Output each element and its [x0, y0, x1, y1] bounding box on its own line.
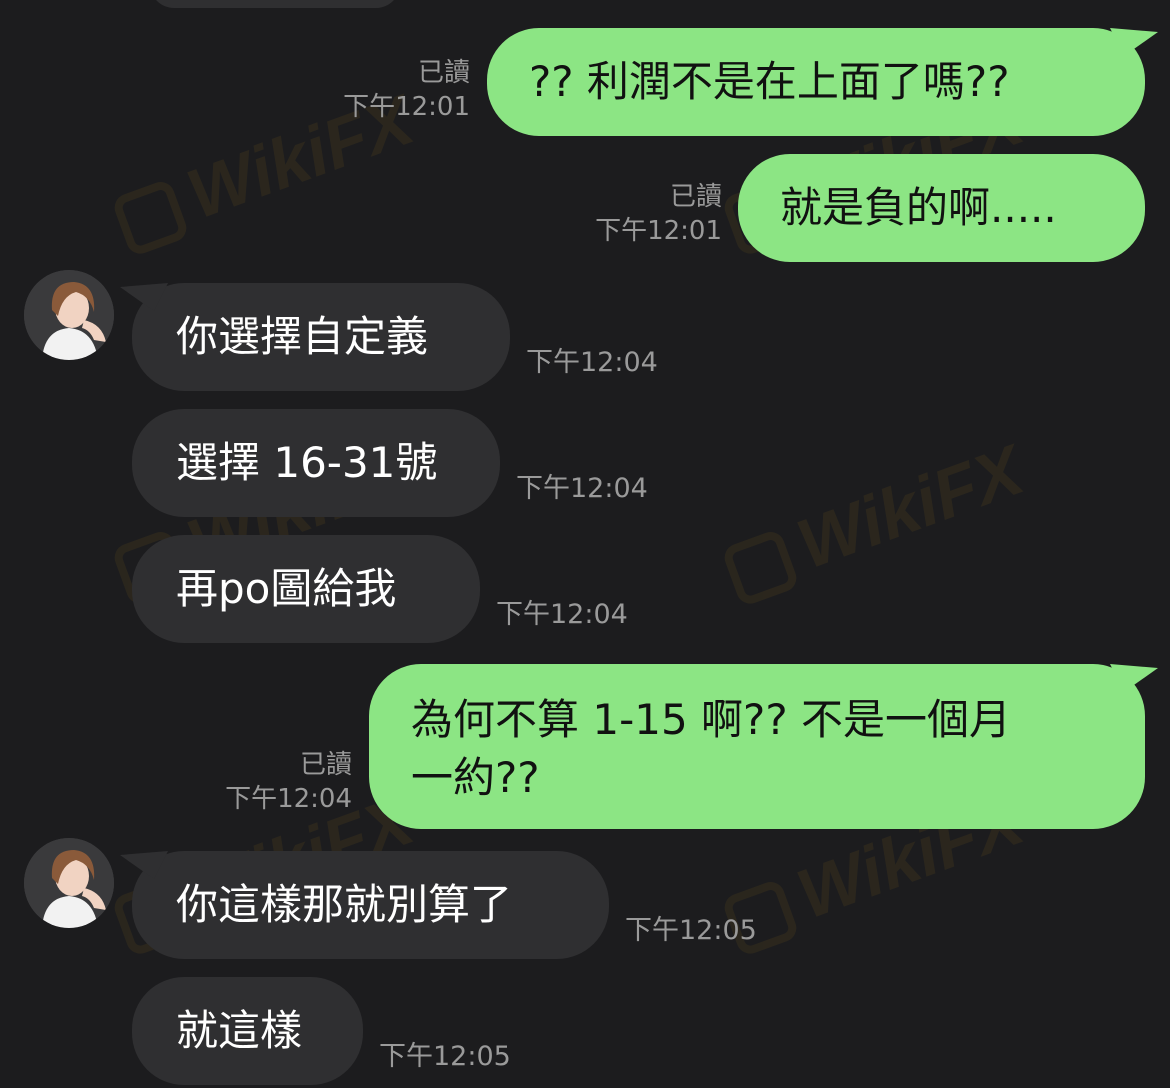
message-time: 下午12:04: [526, 347, 658, 378]
contact-avatar[interactable]: [24, 270, 114, 360]
bubble-tail: [1110, 664, 1158, 692]
message-meta: 已讀 下午12:01: [595, 180, 722, 248]
avatar-photo-icon: [24, 838, 114, 928]
contact-avatar[interactable]: [24, 838, 114, 928]
message-text: 就是負的啊.....: [780, 183, 1057, 232]
message-meta: 已讀 下午12:01: [343, 56, 470, 124]
read-receipt: 已讀: [417, 58, 470, 88]
message-text: 選擇 16-31號: [176, 438, 438, 487]
message-time: 下午12:04: [516, 473, 648, 504]
message-bubble-incoming[interactable]: 你選擇自定義: [132, 283, 510, 391]
message-bubble-outgoing[interactable]: ?? 利潤不是在上面了嗎??: [487, 28, 1145, 136]
message-bubble-incoming[interactable]: 你這樣那就別算了: [132, 851, 609, 959]
message-time: 下午12:01: [343, 92, 470, 122]
message-time: 下午12:05: [625, 915, 757, 946]
message-bubble-incoming[interactable]: 選擇 16-31號: [132, 409, 500, 517]
bubble-tail: [1110, 28, 1158, 56]
bubble-tail: [120, 283, 168, 311]
read-receipt: 已讀: [669, 182, 722, 212]
message-time: 下午12:05: [379, 1041, 511, 1072]
message-text-line2: 一約??: [411, 753, 540, 802]
message-bubble-outgoing[interactable]: 為何不算 1-15 啊?? 不是一個月 一約??: [369, 664, 1145, 829]
message-text: 你選擇自定義: [176, 312, 429, 361]
message-text: 再po圖給我: [176, 564, 397, 613]
message-bubble-outgoing[interactable]: 就是負的啊.....: [738, 154, 1145, 262]
message-meta: 已讀 下午12:04: [225, 748, 352, 816]
avatar-photo-icon: [24, 270, 114, 360]
message-bubble-incoming[interactable]: 就這樣: [132, 977, 363, 1085]
previous-message-bubble[interactable]: [150, 0, 400, 8]
message-time: 下午12:04: [225, 784, 352, 814]
watermark: WikiFX: [716, 430, 1033, 611]
message-text: 就這樣: [176, 1006, 303, 1055]
read-receipt: 已讀: [299, 750, 352, 780]
message-text-line1: 為何不算 1-15 啊?? 不是一個月: [411, 695, 1011, 744]
bubble-tail: [120, 851, 168, 879]
message-text: 你這樣那就別算了: [176, 880, 513, 929]
message-time: 下午12:01: [595, 216, 722, 246]
message-bubble-incoming[interactable]: 再po圖給我: [132, 535, 480, 643]
message-text: ?? 利潤不是在上面了嗎??: [529, 57, 1010, 106]
message-time: 下午12:04: [496, 599, 628, 630]
